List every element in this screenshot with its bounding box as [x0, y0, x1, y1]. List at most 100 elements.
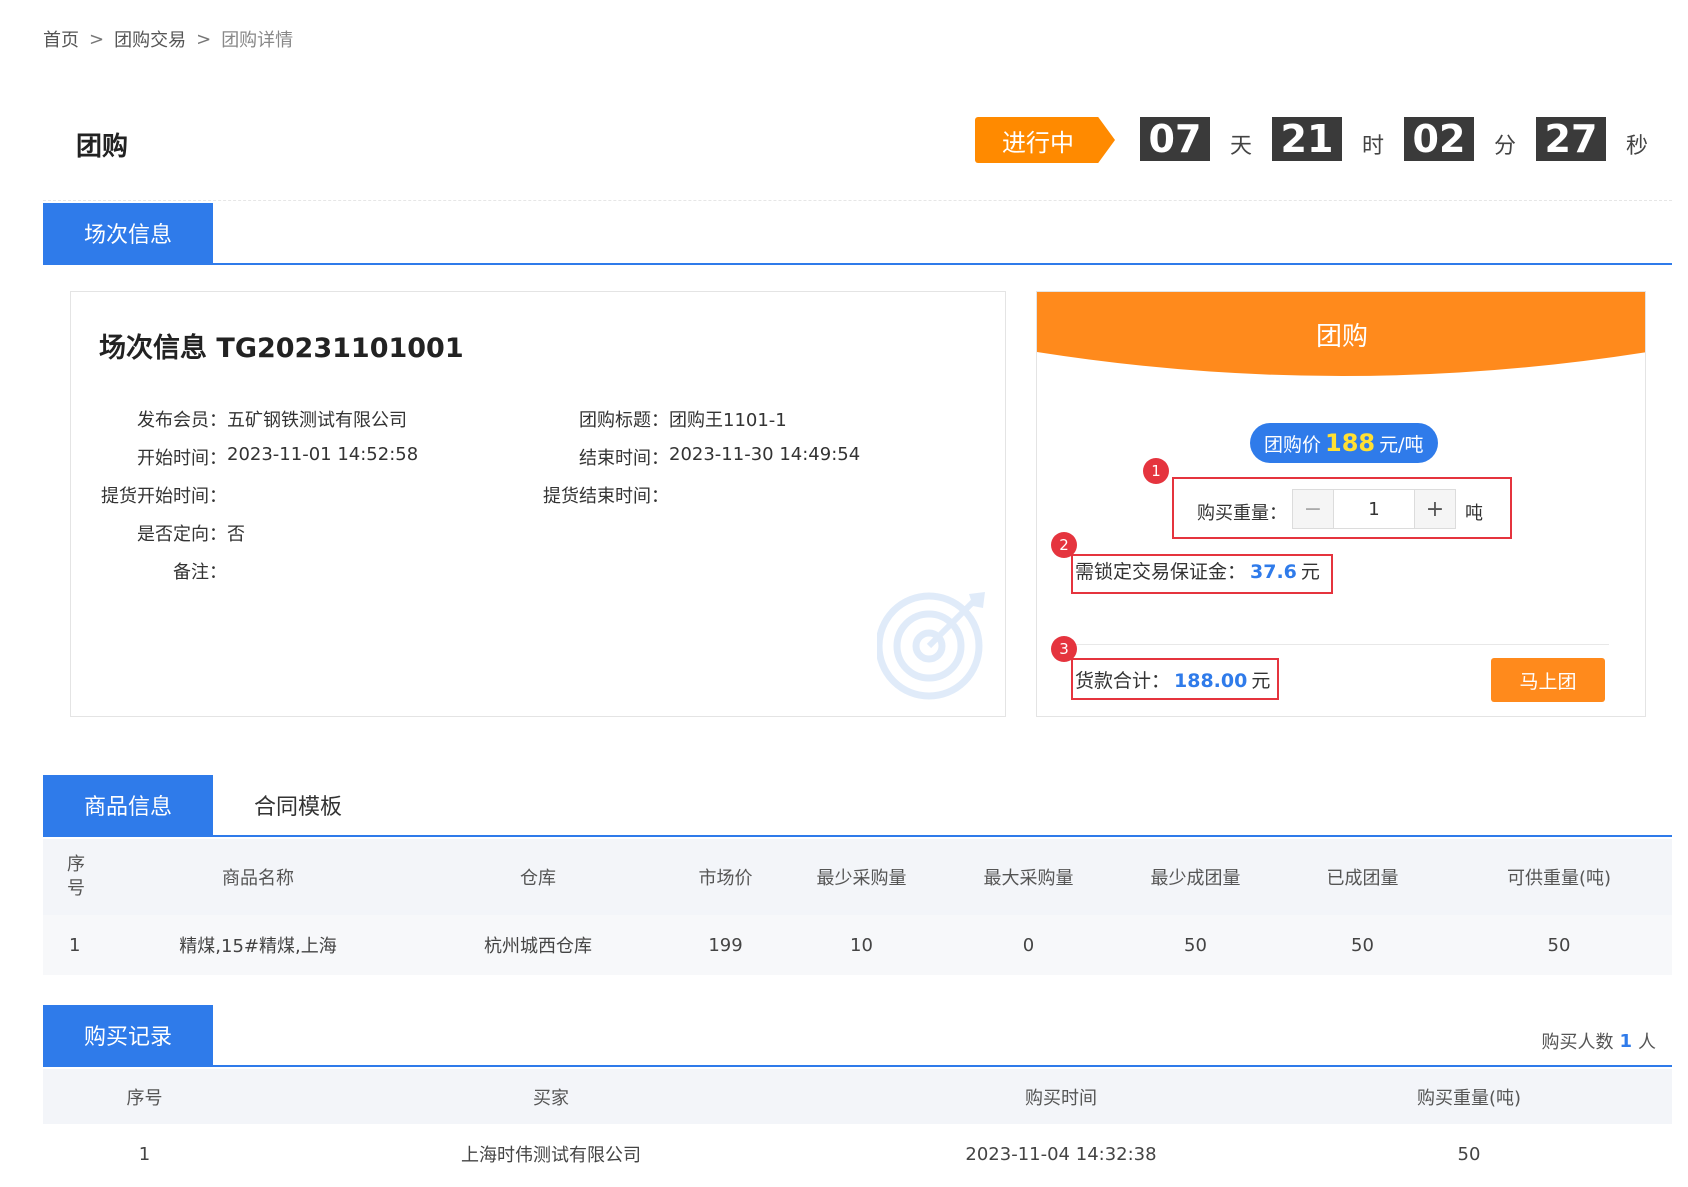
- quantity-input[interactable]: 1: [1333, 490, 1415, 528]
- breadcrumb-current: 团购详情: [221, 30, 294, 51]
- target-icon: [877, 592, 985, 700]
- column-header: 最大采购量: [945, 839, 1112, 915]
- tab-contract-template[interactable]: 合同模板: [213, 775, 383, 835]
- table-header-row: 序号 商品名称 仓库 市场价 最少采购量 最大采购量 最少成团量 已成团量 可供…: [43, 839, 1672, 915]
- table-cell: 50: [1184, 934, 1207, 956]
- field-group-title: 团购标题： 团购王1101-1: [513, 406, 787, 432]
- field-label: 开始时间：: [137, 448, 227, 469]
- header-divider: [43, 200, 1672, 201]
- group-price-pill: 团购价 188 元/吨: [1250, 423, 1438, 463]
- field-end-time: 结束时间： 2023-11-30 14:49:54: [513, 444, 860, 470]
- records-tabbar: 购买记录 购买人数 1 人: [43, 1005, 1672, 1067]
- table-cell: 1: [69, 934, 81, 956]
- column-header: 仓库: [403, 839, 673, 915]
- column-header: 购买重量(吨): [1266, 1069, 1672, 1124]
- increment-button[interactable]: +: [1415, 490, 1455, 528]
- table-cell: 精煤,15#精煤,上海: [179, 936, 337, 957]
- column-header: 已成团量: [1279, 839, 1446, 915]
- deposit-amount: 37.6: [1250, 561, 1297, 583]
- field-label: 发布会员：: [137, 410, 227, 431]
- tab-goods-info[interactable]: 商品信息: [43, 775, 214, 835]
- buy-card-title: 团购: [1315, 322, 1368, 352]
- field-value: 团购王1101-1: [669, 410, 787, 431]
- total-amount: 188.00: [1174, 670, 1248, 692]
- field-pickup-start: 提货开始时间：: [71, 482, 227, 508]
- buyer-count-label: 购买人数: [1541, 1032, 1614, 1053]
- field-label: 备注：: [173, 562, 227, 583]
- field-start-time: 开始时间： 2023-11-01 14:52:58: [71, 444, 418, 470]
- field-value: 否: [227, 524, 245, 545]
- page: 首页 > 团购交易 > 团购详情 团购 进行中 07 天 21 时 02 分 2…: [0, 0, 1688, 1187]
- join-group-button[interactable]: 马上团: [1491, 658, 1605, 702]
- buyer-count-unit: 人: [1638, 1032, 1656, 1053]
- column-header: 序号: [43, 1069, 246, 1124]
- table-cell: 杭州城西仓库: [484, 936, 592, 957]
- table-cell: 上海时伟测试有限公司: [461, 1145, 641, 1166]
- tab-purchase-records[interactable]: 购买记录: [43, 1005, 214, 1065]
- page-title: 团购: [76, 132, 129, 162]
- field-value: 2023-11-01 14:52:58: [227, 444, 419, 465]
- status-badge: 进行中: [975, 117, 1115, 163]
- table-row: 1 上海时伟测试有限公司 2023-11-04 14:32:38 50: [43, 1124, 1672, 1184]
- buy-divider: [1073, 644, 1609, 645]
- countdown-unit: 天: [1229, 134, 1252, 159]
- countdown-unit: 分: [1493, 134, 1516, 159]
- quantity-stepper: − 1 +: [1292, 489, 1456, 529]
- deposit-label: 需锁定交易保证金：: [1075, 561, 1247, 583]
- field-label: 提货结束时间：: [543, 486, 669, 507]
- annotation-badge: 3: [1051, 636, 1077, 662]
- column-header: 最少成团量: [1112, 839, 1279, 915]
- price-unit: 元/吨: [1379, 433, 1424, 456]
- table-cell: 50: [1457, 1143, 1481, 1165]
- breadcrumb-group-trade[interactable]: 团购交易: [114, 26, 186, 52]
- tab-session-info[interactable]: 场次信息: [43, 203, 214, 263]
- countdown-seconds: 27: [1536, 117, 1606, 161]
- price-prefix: 团购价: [1264, 433, 1322, 456]
- session-info-card: 场次信息 TG20231101001 发布会员： 五矿钢铁测试有限公司 团购标题…: [70, 291, 1006, 717]
- quantity-unit: 吨: [1465, 503, 1483, 524]
- group-buy-card: 团购 团购价 188 元/吨 1 购买重量： − 1 + 吨 2 需锁定交易保证…: [1036, 291, 1646, 717]
- buyer-count: 购买人数 1 人: [1541, 1005, 1672, 1065]
- countdown-minutes: 02: [1404, 117, 1474, 161]
- table-cell: 2023-11-04 14:32:38: [965, 1143, 1157, 1165]
- field-label: 提货开始时间：: [101, 486, 227, 507]
- countdown-unit: 秒: [1625, 134, 1648, 159]
- field-value: 五矿钢铁测试有限公司: [227, 410, 407, 431]
- decrement-button[interactable]: −: [1293, 490, 1333, 528]
- table-header-row: 序号 买家 购买时间 购买重量(吨): [43, 1069, 1672, 1124]
- total-unit: 元: [1251, 670, 1271, 692]
- deposit-unit: 元: [1300, 561, 1320, 583]
- annotation-badge: 1: [1143, 458, 1169, 484]
- column-header: 序号: [43, 839, 113, 915]
- countdown-days: 07: [1140, 117, 1210, 161]
- column-header: 最少采购量: [778, 839, 945, 915]
- breadcrumb-separator: >: [196, 28, 212, 50]
- field-publisher: 发布会员： 五矿钢铁测试有限公司: [71, 406, 407, 432]
- column-header: 可供重量(吨): [1446, 839, 1672, 915]
- countdown-hours: 21: [1272, 117, 1342, 161]
- field-directed: 是否定向： 否: [71, 520, 245, 546]
- field-value: 2023-11-30 14:49:54: [669, 444, 861, 465]
- table-cell: 199: [708, 934, 743, 956]
- table-cell: 1: [138, 1143, 151, 1165]
- price-value: 188: [1325, 429, 1376, 457]
- annotation-badge: 2: [1051, 532, 1077, 558]
- breadcrumb-home[interactable]: 首页: [43, 26, 79, 52]
- purchase-records-table: 序号 买家 购买时间 购买重量(吨) 1 上海时伟测试有限公司 2023-11-…: [43, 1069, 1672, 1184]
- table-cell: 0: [1022, 934, 1035, 956]
- session-title: 场次信息 TG20231101001: [99, 333, 464, 364]
- field-remark: 备注：: [71, 558, 227, 584]
- goods-tabbar: 商品信息 合同模板: [43, 775, 1672, 837]
- table-cell: 10: [850, 934, 873, 956]
- breadcrumb: 首页 > 团购交易 > 团购详情: [43, 26, 293, 52]
- column-header: 市场价: [673, 839, 778, 915]
- field-label: 是否定向：: [137, 524, 227, 545]
- column-header: 购买时间: [856, 1069, 1266, 1124]
- countdown-unit: 时: [1361, 134, 1384, 159]
- field-pickup-end: 提货结束时间：: [513, 482, 669, 508]
- quantity-label: 购买重量：: [1197, 503, 1287, 524]
- table-cell: 50: [1547, 934, 1571, 956]
- column-header: 商品名称: [113, 839, 403, 915]
- buyer-count-value: 1: [1619, 1030, 1632, 1052]
- field-label: 结束时间：: [579, 448, 669, 469]
